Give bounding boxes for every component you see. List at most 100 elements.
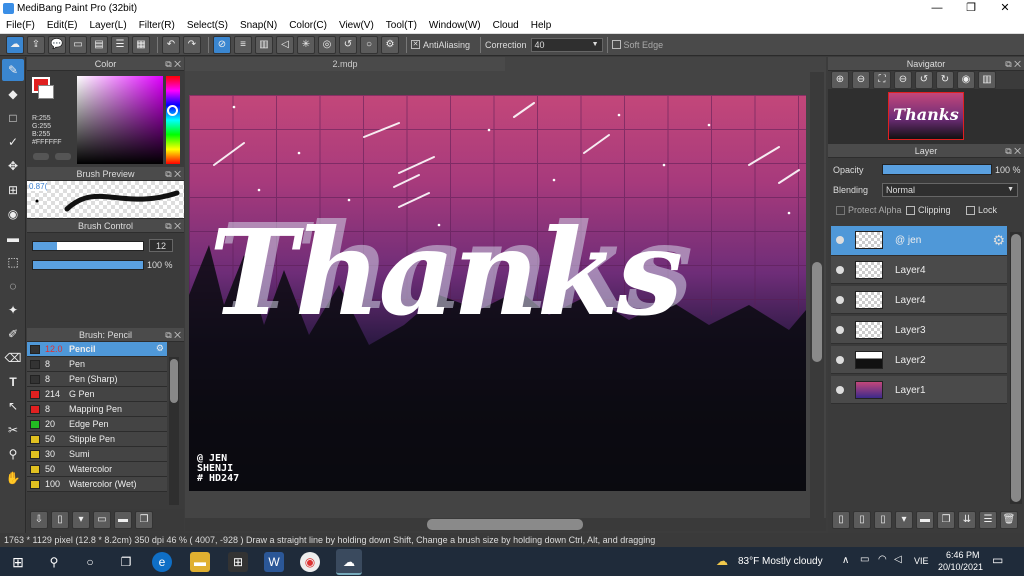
chrome-icon[interactable]: ◉ xyxy=(300,552,320,572)
layer-row[interactable]: Layer4 xyxy=(831,256,1007,284)
list-icon[interactable]: ☰ xyxy=(111,35,129,54)
panel-close-icon[interactable]: ⧉ ✕ xyxy=(1005,144,1021,158)
maximize-button[interactable]: ❐ xyxy=(954,0,988,17)
weather-text[interactable]: 83°F Mostly cloudy xyxy=(738,556,823,567)
panel-close-icon[interactable]: ⧉ ✕ xyxy=(165,167,181,181)
artwork-canvas[interactable]: Thanks @ JEN SHENJI # HD247 xyxy=(189,95,806,491)
layer-menu-icon[interactable]: ☰ xyxy=(979,511,997,529)
visibility-eye-icon[interactable] xyxy=(836,236,844,244)
new-layer-icon[interactable]: ▯ xyxy=(832,511,850,529)
menu-layer[interactable]: Layer(L) xyxy=(83,17,132,33)
cloud-icon[interactable]: ☁ xyxy=(6,35,24,54)
cortana-icon[interactable]: ○ xyxy=(80,552,100,572)
chat-icon[interactable]: 💬 xyxy=(48,35,66,54)
zoom-in-icon[interactable]: ⊕ xyxy=(831,71,849,89)
magic-wand-icon[interactable]: ✦ xyxy=(2,299,24,321)
circle-snap-icon[interactable]: ○ xyxy=(360,35,378,54)
add-layer-menu-icon[interactable]: ▾ xyxy=(895,511,913,529)
close-button[interactable]: ✕ xyxy=(988,0,1022,17)
flip-icon[interactable]: ▥ xyxy=(978,71,996,89)
horizontal-scroll-thumb[interactable] xyxy=(427,519,583,530)
task-view-icon[interactable]: ❐ xyxy=(116,552,136,572)
brush-item[interactable]: 100 Watercolor (Wet) xyxy=(27,477,167,492)
layer-scroll-thumb[interactable] xyxy=(1011,234,1021,502)
secondary-color-swatch[interactable] xyxy=(38,85,54,99)
brush-copy-icon[interactable]: ❐ xyxy=(135,511,153,529)
store-icon[interactable]: ⊞ xyxy=(228,552,248,572)
grid-view-icon[interactable]: ▦ xyxy=(132,35,150,54)
share-icon[interactable]: ⇪ xyxy=(27,35,45,54)
brush-size-value[interactable]: 12 xyxy=(149,239,173,252)
duplicate-layer-icon[interactable]: ❐ xyxy=(937,511,955,529)
eraser-tool-icon[interactable]: ◆ xyxy=(2,83,24,105)
brush-item[interactable]: 50 Stipple Pen xyxy=(27,432,167,447)
saturation-value-picker[interactable] xyxy=(77,76,163,164)
menu-color[interactable]: Color(C) xyxy=(283,17,333,33)
hand-tool-icon[interactable]: ✋ xyxy=(2,467,24,489)
parallel-snap-icon[interactable]: ≡ xyxy=(234,35,252,54)
windows-start-icon[interactable]: ⊞ xyxy=(8,552,28,572)
menu-tool[interactable]: Tool(T) xyxy=(380,17,423,33)
color-swap-button[interactable] xyxy=(33,153,49,160)
tray-chevron-icon[interactable]: ∧ xyxy=(842,555,849,566)
soft-edge-checkbox[interactable] xyxy=(611,40,621,49)
reset-rotation-icon[interactable]: ◉ xyxy=(957,71,975,89)
visibility-eye-icon[interactable] xyxy=(836,296,844,304)
operation-tool-icon[interactable]: ↖ xyxy=(2,395,24,417)
antialiasing-checkbox[interactable]: ✕ xyxy=(411,40,420,49)
visibility-eye-icon[interactable] xyxy=(836,266,844,274)
snap-off-icon[interactable]: ⊘ xyxy=(213,35,231,54)
eyedropper-icon[interactable]: ⚲ xyxy=(2,443,24,465)
canvas-horizontal-scrollbar[interactable] xyxy=(185,518,826,531)
actual-size-icon[interactable]: ⊖ xyxy=(894,71,912,89)
network-icon[interactable]: ▭ xyxy=(860,554,869,565)
layer-row[interactable]: @ jen ⚙ xyxy=(831,226,1007,256)
visibility-eye-icon[interactable] xyxy=(836,386,844,394)
panel-close-icon[interactable]: ⧉ ✕ xyxy=(1005,57,1021,71)
protect-alpha-checkbox[interactable] xyxy=(836,206,845,215)
cloud-download-icon[interactable]: ⇩ xyxy=(30,511,48,529)
search-icon[interactable]: ⚲ xyxy=(44,552,64,572)
fit-icon[interactable]: ⛶ xyxy=(873,71,891,89)
minimize-button[interactable]: — xyxy=(920,0,954,17)
folder-icon[interactable]: ▬ xyxy=(114,511,132,529)
brush-item[interactable]: 20 Edge Pen xyxy=(27,417,167,432)
brush-options-icon[interactable]: ▾ xyxy=(72,511,90,529)
brush-item[interactable]: 214 G Pen xyxy=(27,387,167,402)
concentric-snap-icon[interactable]: ◎ xyxy=(318,35,336,54)
layer-row[interactable]: Layer4 xyxy=(831,286,1007,314)
menu-filter[interactable]: Filter(R) xyxy=(133,17,181,33)
panel-close-icon[interactable]: ⧉ ✕ xyxy=(165,219,181,233)
color-reset-button[interactable] xyxy=(55,153,71,160)
new-brush-icon[interactable]: ▯ xyxy=(51,511,69,529)
merge-down-icon[interactable]: ⇊ xyxy=(958,511,976,529)
layer-opacity-slider[interactable] xyxy=(882,164,992,175)
lock-checkbox[interactable] xyxy=(966,206,975,215)
menu-edit[interactable]: Edit(E) xyxy=(41,17,84,33)
move-tool-icon[interactable]: ✥ xyxy=(2,155,24,177)
grid-snap-icon[interactable]: ▥ xyxy=(255,35,273,54)
divide-tool-icon[interactable]: ✂ xyxy=(2,419,24,441)
layer-list-scrollbar[interactable] xyxy=(1010,232,1022,504)
dot-tool-icon[interactable]: □ xyxy=(2,107,24,129)
menu-view[interactable]: View(V) xyxy=(333,17,380,33)
panel-close-icon[interactable]: ⧉ ✕ xyxy=(165,328,181,342)
curve-snap-icon[interactable]: ↺ xyxy=(339,35,357,54)
vertical-scroll-thumb[interactable] xyxy=(812,262,822,362)
blur-tool-icon[interactable]: ✓ xyxy=(2,131,24,153)
menu-file[interactable]: File(F) xyxy=(0,17,41,33)
brush-item[interactable]: 8 Mapping Pen xyxy=(27,402,167,417)
brush-list-scroll-thumb[interactable] xyxy=(170,359,178,403)
layer-row[interactable]: Layer1 xyxy=(831,376,1007,404)
snap-settings-icon[interactable]: ⚙ xyxy=(381,35,399,54)
menu-window[interactable]: Window(W) xyxy=(423,17,487,33)
brush-size-slider[interactable] xyxy=(32,241,144,251)
new-folder-icon[interactable]: ▬ xyxy=(916,511,934,529)
brush-list-scrollbar[interactable] xyxy=(169,357,179,505)
new-8bit-layer-icon[interactable]: ▯ xyxy=(874,511,892,529)
gradient-tool-icon[interactable]: ▬ xyxy=(2,227,24,249)
blending-select[interactable]: Normal ▼ xyxy=(882,183,1018,197)
file-explorer-icon[interactable]: ▬ xyxy=(190,552,210,572)
layer-row[interactable]: Layer2 xyxy=(831,346,1007,374)
volume-icon[interactable]: ◁ xyxy=(894,554,902,565)
